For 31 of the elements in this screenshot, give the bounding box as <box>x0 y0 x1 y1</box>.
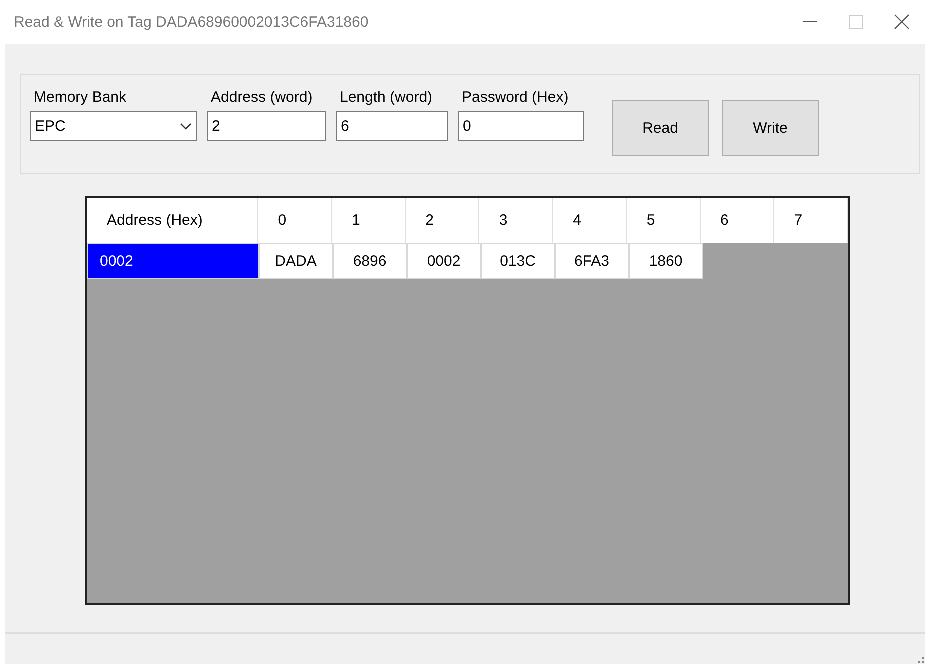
input-field[interactable]: 0 <box>458 111 584 141</box>
field-label: Address (word) <box>210 89 314 106</box>
action-button[interactable]: Read <box>612 100 709 156</box>
column-header: 7 <box>774 198 848 243</box>
column-header: 3 <box>479 198 554 243</box>
resize-grip-icon[interactable] <box>917 656 925 664</box>
window-title: Read & Write on Tag DADA68960002013C6FA31860 <box>14 14 370 30</box>
field-label: Memory Bank <box>33 89 128 106</box>
column-header: 2 <box>406 198 480 243</box>
table-cell: 6FA3 <box>555 243 629 279</box>
field-label: Password (Hex) <box>461 89 570 106</box>
input-field[interactable]: 6 <box>336 111 448 141</box>
close-icon[interactable] <box>894 14 910 30</box>
action-button[interactable]: Write <box>722 100 819 156</box>
row-header-cell[interactable]: 0002 <box>87 243 259 279</box>
column-header: 1 <box>332 198 406 243</box>
table-cell: 013C <box>481 243 555 279</box>
column-header: 0 <box>258 198 332 243</box>
input-field[interactable]: 2 <box>207 111 326 141</box>
column-header: 5 <box>626 198 701 243</box>
chevron-icon <box>180 122 192 130</box>
column-header: 6 <box>700 198 774 243</box>
column-header: Address (Hex) <box>87 198 258 243</box>
minimize-icon[interactable] <box>803 21 817 23</box>
dropdown[interactable]: EPC <box>30 111 197 141</box>
table-cell: 0002 <box>407 243 481 279</box>
table-cell: DADA <box>259 243 333 279</box>
table-cell: 1860 <box>629 243 703 279</box>
column-header: 4 <box>553 198 627 243</box>
table-cell: 6896 <box>333 243 407 279</box>
field-label: Length (word) <box>339 89 434 106</box>
